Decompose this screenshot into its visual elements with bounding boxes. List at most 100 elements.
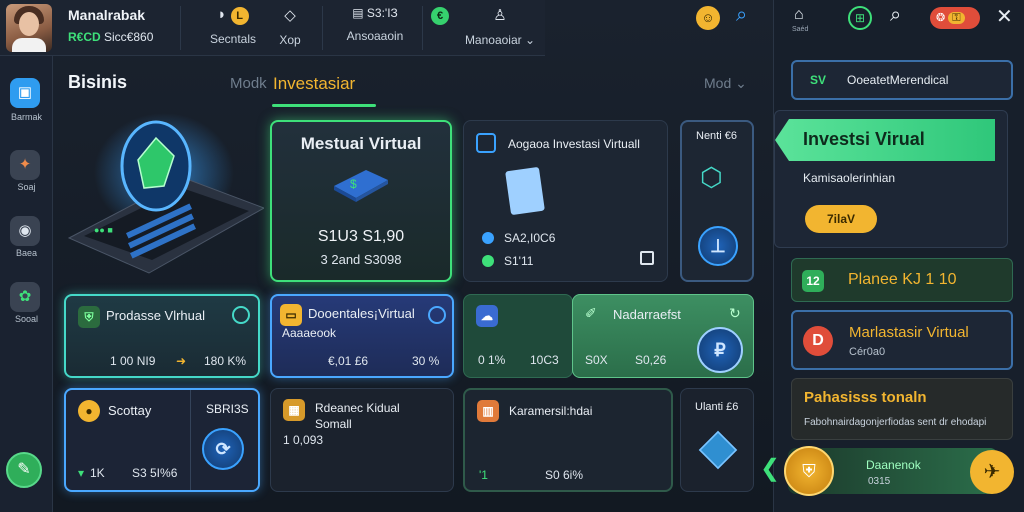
pay-button[interactable]: ₽	[697, 327, 743, 373]
box-check-icon: ⬡	[700, 162, 723, 192]
avatar[interactable]	[6, 4, 52, 52]
stat-title: Ulanti £6	[695, 401, 739, 413]
emoji-face-icon[interactable]: ☺	[696, 6, 720, 30]
download-button[interactable]: ⊥	[698, 226, 738, 266]
rp-item-pahasisss[interactable]: Pahasisss tonaln Fabohnairdagonjerfiodas…	[791, 378, 1013, 440]
ledger-icon[interactable]: ⊞	[848, 6, 872, 30]
community-icon[interactable]: ✿	[10, 282, 40, 312]
stat-title: Rdeanec Kidual	[315, 401, 400, 415]
featured-title: Mestuai Virtual	[300, 134, 422, 153]
arrow-icon: ➜	[176, 354, 187, 368]
wallet-icon[interactable]: ▣	[10, 78, 40, 108]
close-icon[interactable]: ✕	[996, 4, 1013, 29]
rp-item-planee[interactable]: 12 Planee KJ 1 10	[791, 258, 1013, 302]
home-icon[interactable]: ⌂	[794, 6, 804, 24]
rp-item-badge: D	[803, 326, 833, 356]
topbar-item-manoaoiar[interactable]: ♙ Manoaoiar ⌄	[460, 4, 540, 52]
refresh-icon[interactable]: ↻	[729, 305, 741, 322]
rp-banner-title: Investsi Virual	[803, 129, 925, 149]
bell-icon: ♙	[493, 7, 507, 24]
sidebar-item-label: Barmak	[10, 112, 42, 122]
info-value2: S1'11	[504, 254, 534, 268]
checkbox[interactable]	[640, 251, 654, 265]
topbar-item-label: Ansoaaoin	[346, 29, 404, 43]
stat-value2: S0,26	[635, 353, 667, 367]
circle-icon[interactable]	[232, 306, 250, 324]
stat-sub: Aaaaeook	[282, 326, 337, 340]
chevron-left-icon[interactable]: ❮	[760, 454, 780, 483]
topbar-item-xop[interactable]: ◇ Xop	[268, 4, 312, 52]
search-icon[interactable]: ⌕	[736, 4, 747, 27]
topbar-item-ansoaaoin[interactable]: ▤ S3:'IЗ Ansoaaoin	[330, 4, 420, 52]
rp-item-badge: 12	[802, 270, 824, 292]
tab-investasiar[interactable]: Investasiar	[273, 74, 355, 94]
rp-banner-sub: Kamisaolerinhian	[803, 171, 896, 185]
chevron-down-icon: ⌄	[735, 75, 747, 91]
rp-header-card[interactable]: SV OoeatetMerendical	[791, 60, 1013, 100]
shield-coin-icon: ⛨	[784, 446, 834, 496]
sync-button[interactable]: ⟳	[202, 428, 244, 470]
stat-title-2: SBRI3S	[206, 402, 249, 416]
cube-icon	[698, 430, 738, 470]
rp-item-marlastasir[interactable]: D Marlastasir Virtual Cér0a0	[791, 310, 1013, 370]
dot-icon	[482, 255, 494, 267]
featured-card[interactable]: Mestuai Virtual $ S1U3 S1,90 3 2and S309…	[270, 120, 452, 282]
key-badge[interactable]: ❂ ⚿	[930, 7, 980, 29]
terminal-icon: ▤ S3:'IЗ	[352, 6, 398, 20]
stat-value2: 10C3	[530, 353, 559, 367]
user-amount: Sicc€860	[104, 30, 154, 44]
stat-card-documents[interactable]: ▭ Dooentales¡Virtual Aaaaeook €,01 £6 30…	[270, 294, 454, 378]
stat-card-cloud[interactable]: ☁ 0 1% 10C3	[463, 294, 573, 378]
divider	[322, 6, 323, 50]
shield-icon: ⛨	[78, 306, 100, 328]
chart-coin-icon: ◗ L	[198, 6, 268, 25]
stat-card-scottay[interactable]: ● Scottay SBRI3S ⟳ ▾ 1K S3 5I%6	[64, 388, 260, 492]
rp-bottom-card[interactable]: ⛨ Daanenok 0315	[784, 446, 998, 496]
rp-bottom-title: Daanenok	[866, 458, 921, 472]
gift-icon[interactable]: ✦	[10, 150, 40, 180]
box-icon[interactable]: ◉	[10, 216, 40, 246]
document-icon	[505, 166, 545, 216]
sidebar-item-label: Baea	[15, 248, 38, 258]
section-title: Bisinis	[68, 72, 128, 92]
stat-card-nadarraefst[interactable]: ✐ Nadarraefst ↻ S0X S0,26 ₽	[572, 294, 754, 378]
plane-icon[interactable]: ✈	[970, 450, 1014, 494]
stat-title: Dooentales¡Virtual	[308, 306, 415, 321]
app-window: Manalrabak R€CD Sicc€860 ◗ L Secntals ◇ …	[0, 0, 1024, 512]
folder-icon: ▭	[280, 304, 302, 326]
rp-bottom-sub: 0315	[868, 476, 891, 487]
divider	[422, 6, 423, 50]
more-dropdown[interactable]: Mod ⌄	[704, 75, 747, 92]
info-card[interactable]: Aogaoa Investasi Virtuall SA2,I0C6 S1'11	[463, 120, 668, 282]
stat-card-rdeanec[interactable]: ▦ Rdeanec Kidual Somall 1 0,093	[270, 388, 454, 492]
stat-card-ulanti[interactable]: Ulanti £6	[680, 388, 754, 492]
rp-item-title: Pahasisss tonaln	[804, 389, 927, 406]
stat-card-produce[interactable]: ⛨ Prodasse Vlrhual 1 00 NI9 ➜ 180 K%	[64, 294, 260, 378]
divider	[180, 6, 181, 50]
svg-text:●● ■: ●● ■	[94, 225, 113, 235]
rp-banner-card[interactable]: Investsi Virual Kamisaolerinhian 7ilaV	[774, 110, 1008, 248]
topbar-item-label: Secntals	[209, 32, 257, 46]
stat-value2: S0 6i%	[545, 468, 584, 482]
user-name: Manalrabak	[68, 7, 146, 23]
side-card-title: Nenti €6	[696, 130, 737, 142]
search-icon[interactable]: ⌕	[890, 4, 901, 27]
rp-banner-button[interactable]: 7ilaV	[805, 205, 877, 233]
stat-title: Karamersil:hdai	[509, 404, 593, 418]
rp-item-sub: Fabohnairdagonjerfiodas sent dr ehodapi	[804, 417, 987, 428]
side-card[interactable]: Nenti €6 ⬡ ⊥	[680, 120, 754, 282]
stat-title: Scottay	[108, 403, 152, 418]
stat-value2: S3 5I%6	[132, 466, 178, 480]
active-tab-indicator	[272, 104, 376, 107]
topbar-item-secntals[interactable]: ◗ L Secntals	[198, 4, 268, 52]
stat-card-karamersil[interactable]: ▥ Karamersil:hdai '1 S0 6i%	[463, 388, 673, 492]
tab-modk[interactable]: Modk	[230, 75, 267, 92]
coin-icon: ●	[78, 400, 100, 422]
sidebar: ▣ Barmak ✦ Soaj ◉ Baea ✿ Sooal ✎	[0, 56, 53, 512]
cloud-icon: ☁	[476, 305, 498, 327]
rp-badge: SV	[809, 73, 826, 87]
briefcase-icon: ▥	[477, 400, 499, 422]
circle-icon[interactable]	[428, 306, 446, 324]
coin-icon[interactable]: €	[428, 6, 452, 25]
leaf-action-icon[interactable]: ✎	[6, 452, 42, 488]
